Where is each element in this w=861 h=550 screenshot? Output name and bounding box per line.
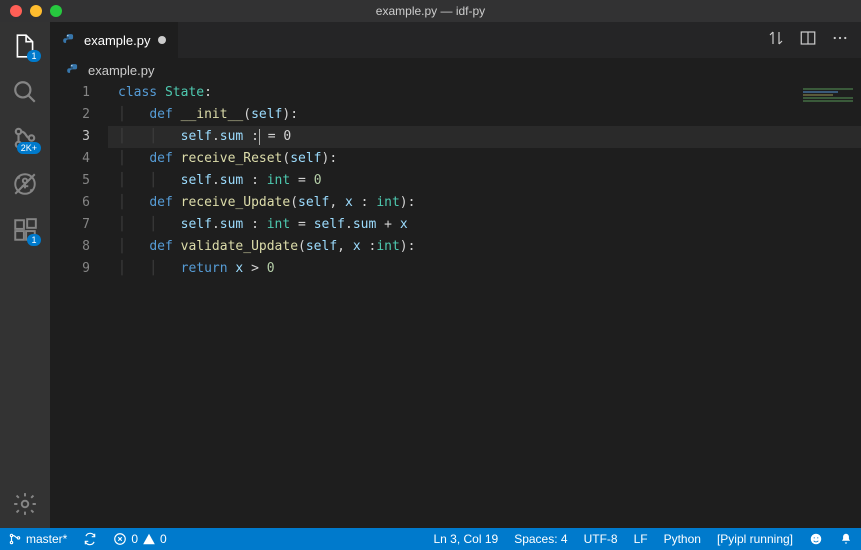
sync-item[interactable] — [75, 528, 105, 550]
python-file-icon — [62, 33, 76, 47]
explorer-badge: 1 — [27, 50, 41, 62]
tab-label: example.py — [84, 33, 150, 48]
zoom-window-button[interactable] — [50, 5, 62, 17]
explorer-icon[interactable]: 1 — [11, 32, 39, 60]
more-icon[interactable] — [831, 29, 849, 52]
minimize-window-button[interactable] — [30, 5, 42, 17]
debug-icon[interactable] — [11, 170, 39, 198]
split-editor-icon[interactable] — [799, 29, 817, 52]
cursor-position-item[interactable]: Ln 3, Col 19 — [425, 528, 506, 550]
indentation-item[interactable]: Spaces: 4 — [506, 528, 575, 550]
window-title: example.py — idf-py — [376, 4, 485, 18]
notifications-icon[interactable] — [831, 528, 861, 550]
eol-item[interactable]: LF — [626, 528, 656, 550]
source-control-icon[interactable]: 2K+ — [11, 124, 39, 152]
tab-bar: example.py — [50, 22, 861, 58]
breadcrumb[interactable]: example.py — [50, 58, 861, 82]
compare-icon[interactable] — [767, 29, 785, 52]
breadcrumb-filename: example.py — [88, 63, 154, 78]
encoding-item[interactable]: UTF-8 — [576, 528, 626, 550]
window-controls — [0, 5, 62, 17]
extensions-badge: 1 — [27, 234, 41, 246]
scm-badge: 2K+ — [17, 142, 41, 154]
search-icon[interactable] — [11, 78, 39, 106]
feedback-icon[interactable] — [801, 528, 831, 550]
minimap[interactable] — [803, 88, 853, 112]
git-branch-item[interactable]: master* — [0, 528, 75, 550]
code-editor[interactable]: 1 2 3 4 5 6 7 8 9 class State: │ def __i… — [50, 82, 861, 528]
tab-example-py[interactable]: example.py — [50, 22, 178, 58]
extensions-icon[interactable]: 1 — [11, 216, 39, 244]
code-content[interactable]: class State: │ def __init__(self): │ │ s… — [108, 82, 861, 528]
main-area: 1 2K+ 1 example.py — [0, 22, 861, 528]
close-window-button[interactable] — [10, 5, 22, 17]
task-status-item[interactable]: [Pyipl running] — [709, 528, 801, 550]
problems-item[interactable]: 0 0 — [105, 528, 174, 550]
editor-area: example.py example.py 1 2 3 4 5 6 7 8 — [50, 22, 861, 528]
titlebar: example.py — idf-py — [0, 0, 861, 22]
settings-icon[interactable] — [11, 490, 39, 518]
line-gutter: 1 2 3 4 5 6 7 8 9 — [50, 82, 108, 528]
language-mode-item[interactable]: Python — [656, 528, 709, 550]
dirty-indicator-icon — [158, 36, 166, 44]
python-file-icon — [66, 63, 80, 77]
activity-bar: 1 2K+ 1 — [0, 22, 50, 528]
status-bar: master* 0 0 Ln 3, Col 19 Spaces: 4 UTF-8… — [0, 528, 861, 550]
